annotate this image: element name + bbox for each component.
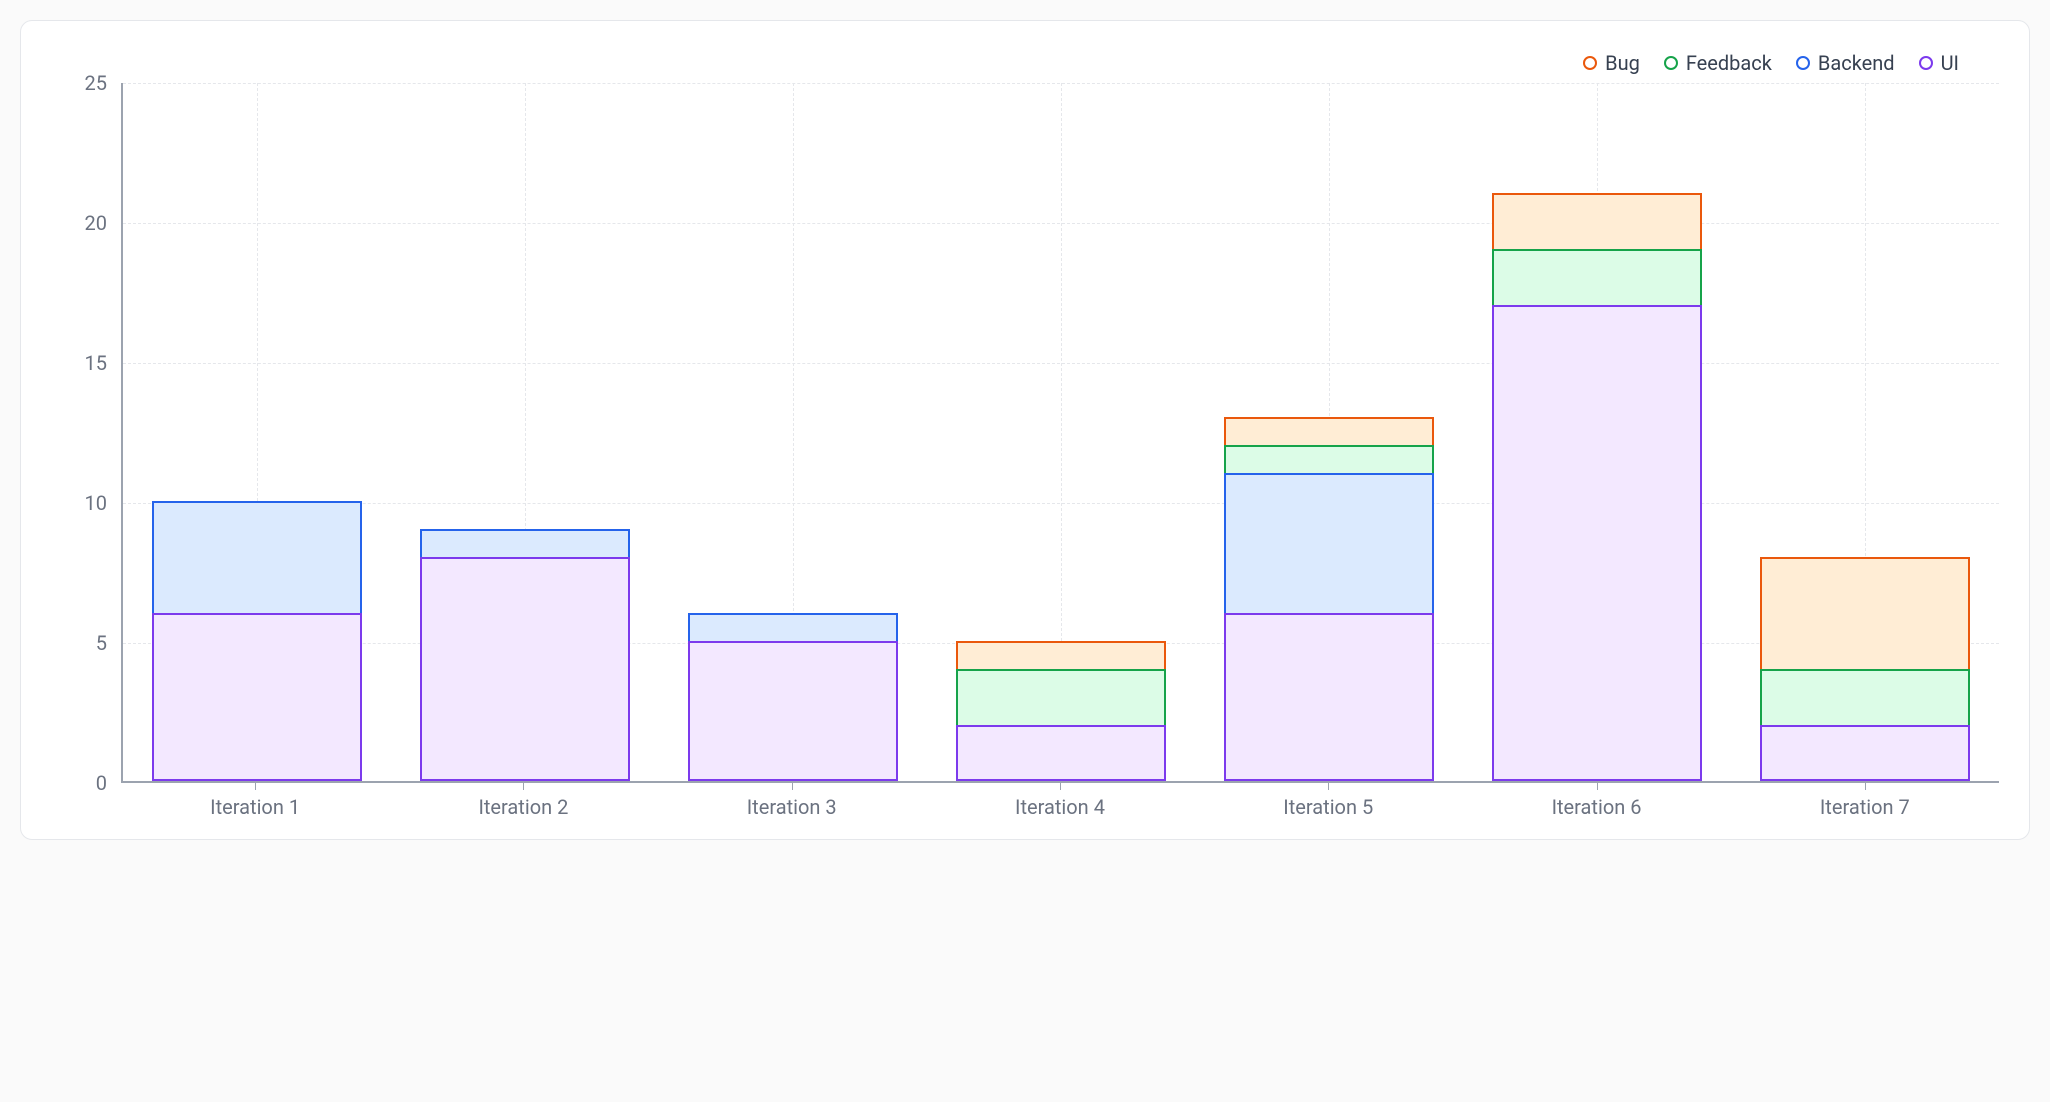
bar-segment-ui xyxy=(1492,305,1701,781)
legend-label: UI xyxy=(1941,51,1959,75)
bar-iteration-1[interactable] xyxy=(123,83,391,781)
chart: 0 5 10 15 20 25 xyxy=(51,83,1999,783)
bar-segment-backend xyxy=(152,501,361,613)
chart-panel: Bug Feedback Backend UI 0 5 10 15 20 25 xyxy=(20,20,2030,840)
bar-segment-feedback xyxy=(1492,249,1701,305)
bar-segment-ui xyxy=(420,557,629,781)
legend-label: Feedback xyxy=(1686,51,1772,75)
bar-stack xyxy=(688,613,897,781)
bar-segment-bug xyxy=(956,641,1165,669)
bar-segment-ui xyxy=(1224,613,1433,781)
y-tick: 0 xyxy=(96,771,107,795)
bar-stack xyxy=(1760,557,1969,781)
x-tick: Iteration 5 xyxy=(1194,783,1462,819)
bar-segment-ui xyxy=(956,725,1165,781)
y-tick: 15 xyxy=(85,351,107,375)
bar-iteration-3[interactable] xyxy=(659,83,927,781)
y-tick: 20 xyxy=(85,211,107,235)
x-tick: Iteration 1 xyxy=(121,783,389,819)
circle-icon xyxy=(1664,56,1678,70)
bar-segment-backend xyxy=(688,613,897,641)
bar-stack xyxy=(1492,193,1701,781)
x-tick: Iteration 4 xyxy=(926,783,1194,819)
circle-icon xyxy=(1919,56,1933,70)
bar-iteration-7[interactable] xyxy=(1731,83,1999,781)
bar-stack xyxy=(152,501,361,781)
x-tick: Iteration 6 xyxy=(1462,783,1730,819)
bar-iteration-4[interactable] xyxy=(927,83,1195,781)
legend-item-ui[interactable]: UI xyxy=(1919,51,1959,75)
bar-segment-feedback xyxy=(1224,445,1433,473)
y-axis: 0 5 10 15 20 25 xyxy=(51,83,121,783)
x-tick: Iteration 2 xyxy=(389,783,657,819)
bar-iteration-2[interactable] xyxy=(391,83,659,781)
legend-item-backend[interactable]: Backend xyxy=(1796,51,1895,75)
bar-segment-ui xyxy=(688,641,897,781)
y-tick: 5 xyxy=(96,631,107,655)
bar-segment-ui xyxy=(1760,725,1969,781)
bar-stack xyxy=(1224,417,1433,781)
bar-segment-ui xyxy=(152,613,361,781)
legend-label: Bug xyxy=(1605,51,1640,75)
x-tick: Iteration 3 xyxy=(658,783,926,819)
bar-stack xyxy=(420,529,629,781)
legend-item-bug[interactable]: Bug xyxy=(1583,51,1640,75)
bar-segment-backend xyxy=(1224,473,1433,613)
bar-segment-backend xyxy=(420,529,629,557)
bar-segment-bug xyxy=(1224,417,1433,445)
y-tick: 25 xyxy=(85,71,107,95)
bar-segment-feedback xyxy=(956,669,1165,725)
bars-container xyxy=(123,83,1999,781)
bar-segment-bug xyxy=(1760,557,1969,669)
legend-label: Backend xyxy=(1818,51,1895,75)
plot-area xyxy=(121,83,1999,783)
bar-segment-bug xyxy=(1492,193,1701,249)
legend-item-feedback[interactable]: Feedback xyxy=(1664,51,1772,75)
legend: Bug Feedback Backend UI xyxy=(51,51,1999,75)
bar-iteration-5[interactable] xyxy=(1195,83,1463,781)
bar-segment-feedback xyxy=(1760,669,1969,725)
bar-stack xyxy=(956,641,1165,781)
x-tick: Iteration 7 xyxy=(1731,783,1999,819)
x-axis: Iteration 1 Iteration 2 Iteration 3 Iter… xyxy=(121,783,1999,819)
y-tick: 10 xyxy=(85,491,107,515)
circle-icon xyxy=(1583,56,1597,70)
circle-icon xyxy=(1796,56,1810,70)
bar-iteration-6[interactable] xyxy=(1463,83,1731,781)
